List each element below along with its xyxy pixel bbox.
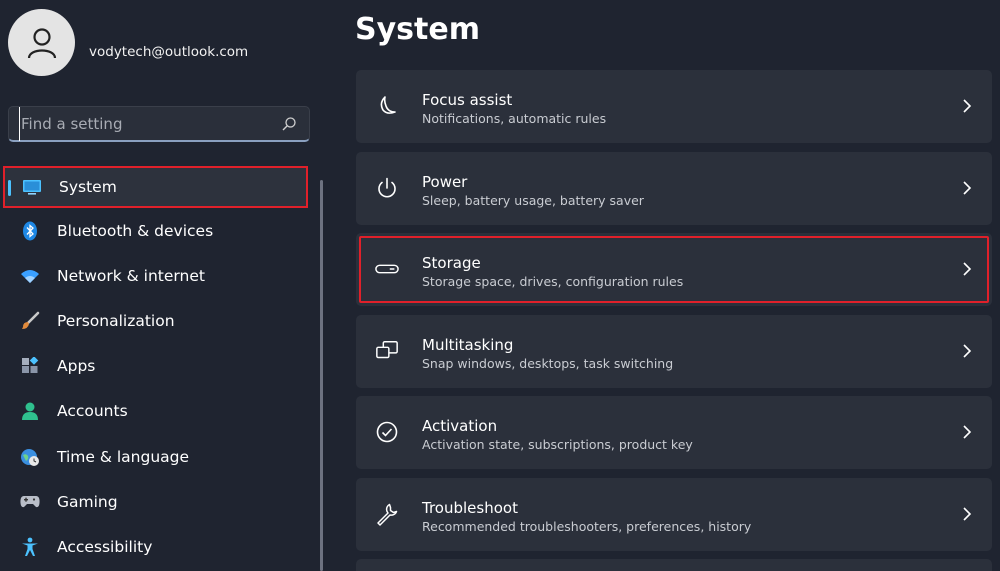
check-circle-icon	[375, 420, 399, 444]
card-title: Power	[422, 172, 468, 191]
card-subtitle: Sleep, battery usage, battery saver	[422, 192, 644, 208]
sidebar-item-gaming[interactable]: Gaming	[0, 479, 320, 524]
chevron-right-icon	[963, 425, 972, 439]
card-title: Focus assist	[422, 91, 513, 109]
sidebar-item-accessibility[interactable]: Accessibility	[0, 524, 320, 569]
sidebar-item-label: System	[59, 178, 117, 196]
sidebar-item-label: Network & internet	[57, 266, 205, 285]
power-icon	[375, 176, 399, 200]
sidebar-nav: System Bluetooth & devices Network & int…	[0, 166, 320, 570]
card-power[interactable]: Power Sleep, battery usage, battery save…	[356, 151, 992, 225]
wifi-icon	[20, 266, 40, 286]
chevron-right-icon	[963, 262, 972, 276]
sidebar-scrollbar[interactable]	[320, 180, 323, 571]
card-storage[interactable]: Storage Storage space, drives, configura…	[356, 233, 992, 306]
sidebar-item-label: Time & language	[57, 447, 190, 466]
gamepad-icon	[20, 492, 40, 512]
sidebar-item-label: Accessibility	[57, 537, 153, 556]
person-icon	[20, 401, 40, 421]
card-title: Activation	[422, 417, 498, 435]
brush-icon	[20, 311, 40, 331]
card-subtitle: Recommended troubleshooters, preferences…	[422, 518, 752, 534]
card-activation[interactable]: Activation Activation state, subscriptio…	[356, 396, 992, 469]
sidebar-item-network[interactable]: Network & internet	[0, 253, 320, 298]
card-subtitle: Storage space, drives, configuration rul…	[422, 274, 684, 289]
chevron-right-icon	[963, 343, 972, 358]
card-multitasking[interactable]: Multitasking Snap windows, desktops, tas…	[356, 314, 992, 388]
settings-window: vodytech@outlook.com System	[0, 0, 1000, 571]
selection-indicator	[8, 180, 11, 196]
wrench-icon	[375, 502, 399, 526]
sidebar-item-accounts[interactable]: Accounts	[0, 389, 320, 434]
settings-list: Focus assist Notifications, automatic ru…	[356, 70, 992, 571]
search-icon[interactable]	[281, 116, 297, 132]
bluetooth-icon	[20, 221, 40, 241]
card-subtitle: Notifications, automatic rules	[422, 111, 607, 126]
multitask-icon	[375, 339, 399, 363]
sidebar-item-label: Bluetooth & devices	[57, 221, 214, 240]
sidebar-item-time-language[interactable]: Time & language	[0, 434, 320, 479]
page-title: System	[355, 12, 480, 47]
card-focus-assist[interactable]: Focus assist Notifications, automatic ru…	[356, 70, 992, 143]
user-icon	[27, 27, 56, 58]
card-title: Storage	[422, 254, 481, 272]
accessibility-icon	[20, 537, 40, 557]
chevron-right-icon	[963, 99, 972, 113]
sidebar-item-label: Apps	[57, 357, 96, 376]
apps-icon	[20, 356, 40, 376]
card-subtitle: Activation state, subscriptions, product…	[422, 437, 693, 452]
moon-icon	[375, 94, 399, 118]
globe-clock-icon	[20, 447, 40, 467]
sidebar-item-personalization[interactable]: Personalization	[0, 298, 320, 343]
sidebar-item-system[interactable]: System	[3, 166, 308, 208]
chevron-right-icon	[963, 506, 972, 521]
search-box[interactable]	[8, 106, 310, 142]
card-title: Multitasking	[422, 335, 514, 354]
display-icon	[22, 177, 42, 197]
user-email: vodytech@outlook.com	[89, 44, 249, 60]
avatar[interactable]	[8, 9, 75, 76]
storage-icon	[375, 257, 399, 281]
sidebar-item-label: Gaming	[57, 492, 118, 511]
card-troubleshoot[interactable]: Troubleshoot Recommended troubleshooters…	[356, 477, 992, 551]
card-title: Troubleshoot	[422, 498, 518, 517]
card-subtitle: Snap windows, desktops, task switching	[422, 355, 674, 371]
chevron-right-icon	[963, 180, 972, 195]
sidebar-item-apps[interactable]: Apps	[0, 344, 320, 389]
sidebar-item-label: Accounts	[57, 402, 128, 421]
sidebar: vodytech@outlook.com System	[0, 0, 330, 571]
card-next-partial[interactable]	[356, 559, 992, 571]
search-input[interactable]	[19, 107, 277, 141]
sidebar-item-label: Personalization	[57, 311, 175, 330]
sidebar-item-bluetooth[interactable]: Bluetooth & devices	[0, 208, 320, 253]
